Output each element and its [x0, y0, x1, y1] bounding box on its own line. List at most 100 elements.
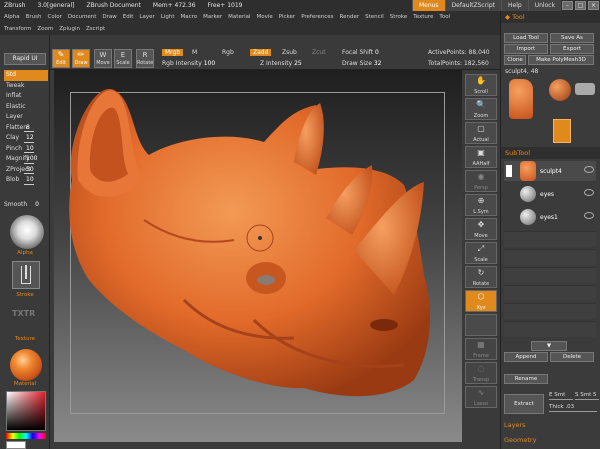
menu-document[interactable]: Document	[68, 14, 97, 20]
sculpt-rhino-head[interactable]	[54, 70, 462, 442]
tool-thumbnail-sculpt[interactable]	[509, 79, 533, 119]
brush-item-std[interactable]: Std	[4, 70, 48, 81]
rapid-ui-button[interactable]: Rapid UI	[4, 53, 46, 65]
canvas-tool-transp[interactable]: ◌ Transp	[465, 362, 497, 384]
rename-button[interactable]: Rename	[504, 374, 548, 384]
geometry-header[interactable]: Geometry	[504, 436, 536, 444]
thick-slider[interactable]: Thick .03	[549, 404, 597, 412]
tool-thumbnail-sphere[interactable]	[549, 79, 571, 101]
menu-zoom[interactable]: Zoom	[37, 26, 53, 32]
brush-item-layer[interactable]: Layer	[4, 112, 48, 123]
rotate-button[interactable]: R Rotate	[136, 49, 154, 68]
menu-draw[interactable]: Draw	[102, 14, 116, 20]
canvas-tool-actual[interactable]: ▢ Actual	[465, 122, 497, 144]
brush-item-zproject[interactable]: ZProject 50	[4, 165, 48, 176]
canvas-tool-move[interactable]: ✥ Move	[465, 218, 497, 240]
menu-zscript[interactable]: Zscript	[86, 26, 105, 32]
menu-tool[interactable]: Tool	[439, 14, 450, 20]
extract-button[interactable]: Extract	[504, 394, 544, 414]
texture-label[interactable]: Texture	[0, 336, 50, 342]
m-button[interactable]: M	[192, 49, 197, 56]
brush-item-pinch[interactable]: Pinch 10	[4, 144, 48, 155]
alpha-preview[interactable]	[10, 215, 44, 249]
tool-thumbnail-brush[interactable]	[575, 83, 595, 95]
close-icon[interactable]: ×	[588, 1, 599, 10]
mrgb-button[interactable]: Mrgb	[162, 49, 184, 56]
menu-stroke[interactable]: Stroke	[390, 14, 408, 20]
default-zscript-button[interactable]: DefaultZScript	[444, 0, 501, 11]
z-intensity-slider[interactable]: Z Intensity 25	[260, 60, 302, 67]
maximize-icon[interactable]: □	[575, 1, 586, 10]
eye-icon[interactable]	[584, 189, 594, 196]
subtool-item[interactable]: eyes1	[504, 207, 596, 227]
brush-item-clay[interactable]: Clay 12	[4, 133, 48, 144]
eye-icon[interactable]	[584, 166, 594, 173]
hue-strip[interactable]	[6, 433, 46, 439]
canvas-tool-blank[interactable]	[465, 314, 497, 336]
menu-color[interactable]: Color	[48, 14, 62, 20]
menus-button[interactable]: Menus	[411, 0, 445, 11]
canvas-tool-aahalf[interactable]: ▣ AAHalf	[465, 146, 497, 168]
canvas-tool-zoom[interactable]: 🔍 Zoom	[465, 98, 497, 120]
material-label[interactable]: Material	[0, 381, 50, 387]
stroke-label[interactable]: Stroke	[0, 292, 50, 298]
edit-button[interactable]: ✎ Edit	[52, 49, 70, 68]
unlock-button[interactable]: Unlock	[527, 0, 561, 11]
brush-item-inflat[interactable]: Inflat	[4, 91, 48, 102]
layers-header[interactable]: Layers	[504, 421, 526, 429]
menu-marker[interactable]: Marker	[203, 14, 222, 20]
menu-transform[interactable]: Transform	[4, 26, 31, 32]
scale-button[interactable]: E Scale	[114, 49, 132, 68]
canvas-tool-scroll[interactable]: ✋ Scroll	[465, 74, 497, 96]
minimize-icon[interactable]: –	[562, 1, 573, 10]
help-button[interactable]: Help	[501, 0, 528, 11]
move-button[interactable]: W Move	[94, 49, 112, 68]
eye-icon[interactable]	[584, 212, 594, 219]
rgb-button[interactable]: Rgb	[222, 49, 234, 56]
canvas-tool-frame[interactable]: ▦ Frame	[465, 338, 497, 360]
menu-light[interactable]: Light	[161, 14, 175, 20]
menu-zplugin[interactable]: Zplugin	[59, 26, 80, 32]
load-tool-button[interactable]: Load Tool	[504, 33, 548, 43]
subtool-header[interactable]: SubTool	[501, 147, 600, 159]
menu-brush[interactable]: Brush	[26, 14, 42, 20]
s-smt-slider[interactable]: S Smt 5	[575, 392, 599, 400]
menu-alpha[interactable]: Alpha	[4, 14, 20, 20]
brush-item-magnify[interactable]: Magnify 100	[4, 154, 48, 165]
export-button[interactable]: Export	[550, 44, 594, 54]
menu-render[interactable]: Render	[340, 14, 360, 20]
txtr-label[interactable]: TXTR	[12, 309, 35, 318]
canvas-tool-l.sym[interactable]: ⊕ L.Sym	[465, 194, 497, 216]
zcut-button[interactable]: Zcut	[312, 49, 326, 56]
document-canvas[interactable]	[54, 70, 462, 442]
canvas-tool-rotate[interactable]: ↻ Rotate	[465, 266, 497, 288]
canvas-tool-persp[interactable]: ◉ Persp	[465, 170, 497, 192]
canvas-tool-xyz[interactable]: ⬡ Xyz	[465, 290, 497, 312]
menu-layer[interactable]: Layer	[139, 14, 154, 20]
menu-movie[interactable]: Movie	[257, 14, 273, 20]
zsub-button[interactable]: Zsub	[282, 49, 297, 56]
canvas-tool-scale[interactable]: ⤢ Scale	[465, 242, 497, 264]
subtool-item[interactable]: eyes	[504, 184, 596, 204]
alpha-label[interactable]: Alpha	[0, 250, 50, 256]
color-picker[interactable]	[6, 391, 46, 431]
stroke-preview[interactable]	[12, 261, 40, 289]
rgb-intensity-slider[interactable]: Rgb Intensity 100	[162, 60, 215, 67]
subtool-scroll-down[interactable]: ▼	[531, 341, 567, 351]
menu-stencil[interactable]: Stencil	[365, 14, 384, 20]
draw-size-slider[interactable]: Draw Size 32	[342, 60, 381, 67]
menu-material[interactable]: Material	[228, 14, 250, 20]
main-color-swatch[interactable]	[6, 441, 26, 449]
delete-button[interactable]: Delete	[550, 352, 594, 362]
focal-shift-slider[interactable]: Focal Shift 0	[342, 49, 379, 56]
subtool-item[interactable]: sculpt4	[504, 161, 596, 181]
material-preview[interactable]	[10, 349, 42, 381]
brush-item-blob[interactable]: Blob 10	[4, 175, 48, 186]
clone-button[interactable]: Clone	[504, 55, 526, 65]
menu-texture[interactable]: Texture	[413, 14, 433, 20]
draw-button[interactable]: ✏ Draw	[72, 49, 90, 68]
brush-item-flatten[interactable]: Flatten 8	[4, 123, 48, 134]
menu-picker[interactable]: Picker	[279, 14, 295, 20]
tool-thumbnail-active[interactable]	[553, 119, 571, 143]
brush-item-tweak[interactable]: Tweak	[4, 81, 48, 92]
